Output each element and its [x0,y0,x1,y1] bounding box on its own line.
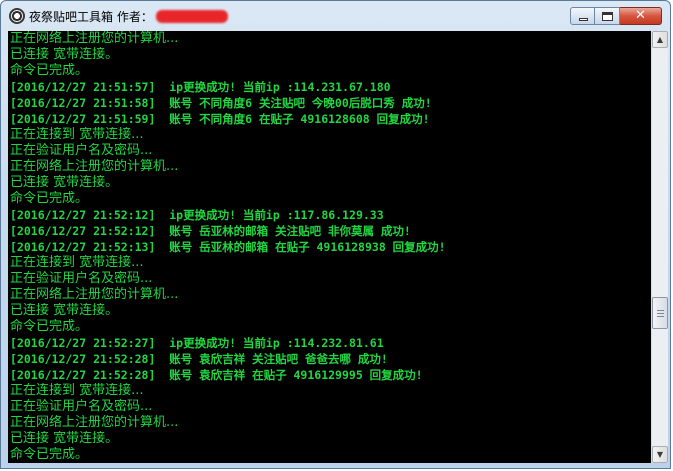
redacted-author-mark [156,10,228,23]
scrollbar-thumb[interactable] [652,296,668,329]
minimize-icon [579,18,588,21]
console-line: 命令已完成。 [10,63,89,78]
thumb-grip [657,312,664,314]
console-output[interactable]: 正在网络上注册您的计算机... 已连接 宽带连接。 命令已完成。 [2016/12/2… [8,31,651,463]
console-line: 正在连接到 宽带连接... [10,127,144,142]
console-line: 已连接 宽带连接。 [10,175,119,190]
vertical-scrollbar[interactable]: ▲ ▼ [651,31,668,463]
console-line: [2016/12/27 21:52:28] 账号 袁欣吉祥 关注贴吧 爸爸去哪 … [10,352,388,366]
scroll-up-arrow-icon[interactable]: ▲ [652,31,668,48]
maximize-icon [602,12,613,21]
title-bar[interactable]: 夜祭贴吧工具箱 作者： ✕ [1,1,670,31]
console-line: 正在连接到 宽带连接... [10,383,144,398]
scroll-down-arrow-icon[interactable]: ▼ [652,446,668,463]
console-line: 正在验证用户名及密码... [10,271,153,286]
console-line: 正在网络上注册您的计算机... [10,31,179,46]
console-line: 正在连接到 宽带连接... [10,255,144,270]
console-line: [2016/12/27 21:52:27] ip更换成功! 当前ip :114.… [10,336,384,350]
console-window: 夜祭贴吧工具箱 作者： ✕ 正在网络上注册您的计算机... 已连接 宽带连接。 命令… [0,0,671,469]
console-line: 已连接 宽带连接。 [10,431,119,446]
console-line: [2016/12/27 21:51:59] 账号 不同角度6 在贴子 49161… [10,112,430,126]
console-line: [2016/12/27 21:52:13] 账号 岳亚林的邮箱 在贴子 4916… [10,240,446,254]
app-icon[interactable] [9,8,25,24]
maximize-button[interactable] [595,7,620,25]
console-line: [2016/12/27 21:52:28] 账号 袁欣吉祥 在贴子 491612… [10,368,423,382]
console-line: [2016/12/27 21:52:12] 账号 岳亚林的邮箱 关注贴吧 非你莫… [10,224,411,238]
console-line: 命令已完成。 [10,319,89,334]
console-line: [2016/12/27 21:51:57] ip更换成功! 当前ip :114.… [10,80,391,94]
close-icon: ✕ [635,8,646,23]
console-line: 命令已完成。 [10,191,89,206]
console-line: 正在验证用户名及密码... [10,143,153,158]
thumb-grip [657,315,664,317]
close-button[interactable]: ✕ [620,7,662,25]
console-line: [2016/12/27 21:52:12] ip更换成功! 当前ip :117.… [10,208,384,222]
console-line: [2016/12/27 21:51:58] 账号 不同角度6 关注贴吧 今晚00… [10,96,432,110]
window-controls: ✕ [570,7,662,25]
console-line: 已连接 宽带连接。 [10,47,119,62]
console-line: 命令已完成。 [10,447,89,462]
console-line: 已连接 宽带连接。 [10,303,119,318]
thumb-grip [657,309,664,311]
console-line: 正在网络上注册您的计算机... [10,415,179,430]
console-line: 正在网络上注册您的计算机... [10,287,179,302]
minimize-button[interactable] [570,7,595,25]
console-line: 正在验证用户名及密码... [10,399,153,414]
window-title: 夜祭贴吧工具箱 作者： [29,10,153,24]
console-lines: 正在网络上注册您的计算机... 已连接 宽带连接。 命令已完成。 [2016/12/2… [10,31,651,463]
console-line: 正在网络上注册您的计算机... [10,159,179,174]
